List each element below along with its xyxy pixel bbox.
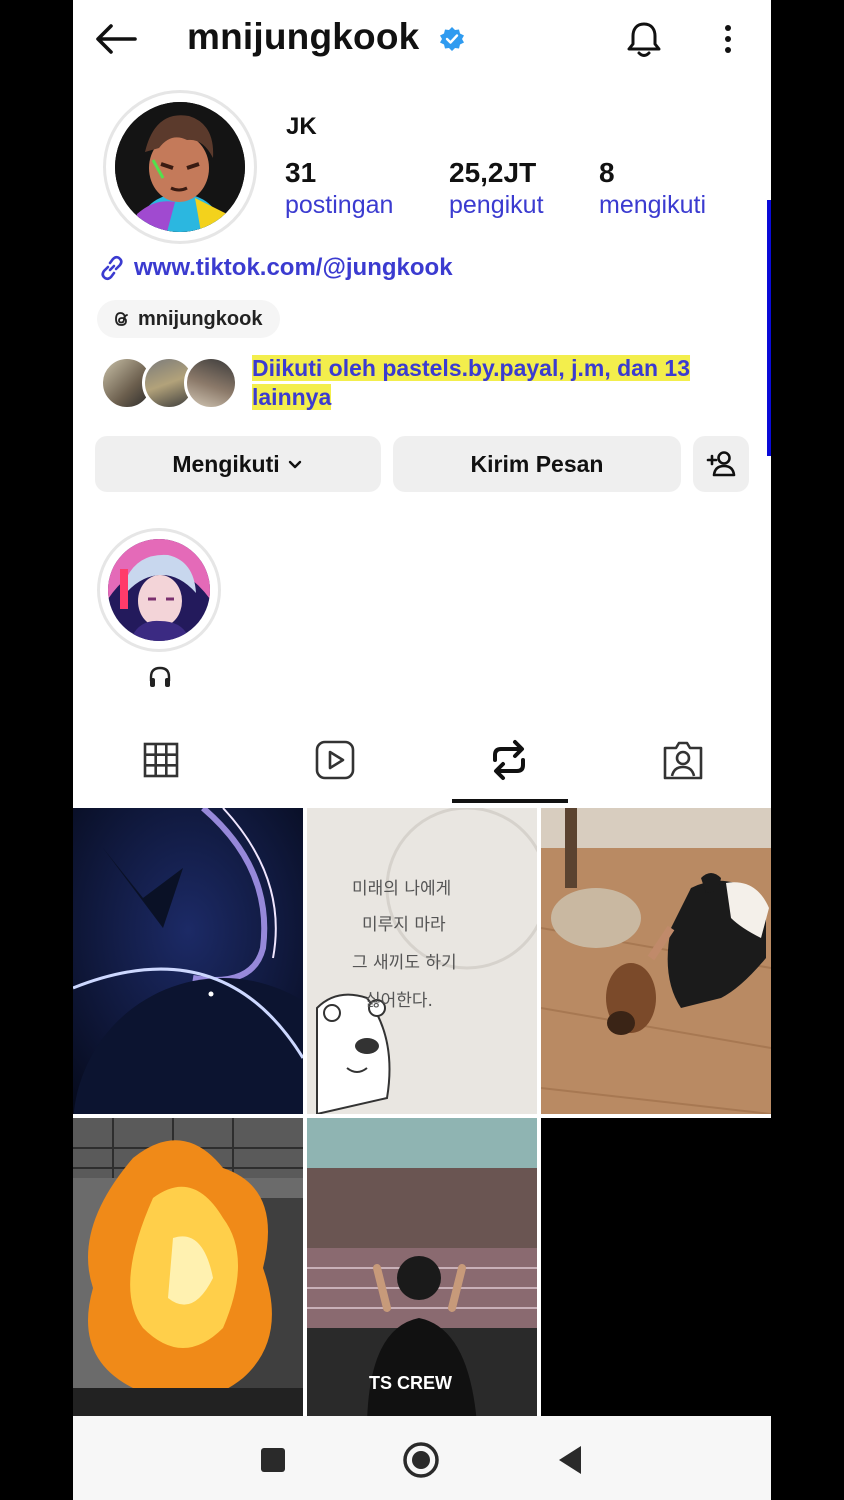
tab-reels[interactable] <box>313 738 357 782</box>
mutual-followers[interactable]: Diikuti oleh pastels.by.payal, j.m, dan … <box>100 354 760 414</box>
more-options-button[interactable] <box>718 20 738 58</box>
stat-following[interactable]: 8 mengikuti <box>599 156 706 220</box>
stat-posts[interactable]: 31 postingan <box>285 156 393 220</box>
profile-tabs <box>73 730 771 804</box>
square-icon <box>261 1448 285 1472</box>
following-count: 8 <box>599 157 615 188</box>
profile-username: mnijungkook <box>187 16 420 57</box>
tagged-icon <box>663 741 703 780</box>
highlight-label <box>147 664 173 690</box>
home-circle-icon <box>403 1442 439 1478</box>
tab-tagged[interactable] <box>661 738 705 782</box>
more-vertical-icon <box>725 25 731 53</box>
threads-icon <box>115 312 128 326</box>
reels-icon <box>315 740 355 780</box>
profile-avatar-ring[interactable] <box>103 90 257 244</box>
posts-count: 31 <box>285 157 317 188</box>
send-message-label: Kirim Pesan <box>470 450 604 477</box>
followed-by-text: Diikuti oleh pastels.by.payal, j.m, dan … <box>252 354 752 412</box>
post-thumbnail[interactable]: 미래의 나에게 미루지 마라 그 새끼도 하기 싫어한다. <box>307 808 537 1114</box>
scroll-indicator <box>767 200 771 456</box>
send-message-button[interactable]: Kirim Pesan <box>393 436 681 492</box>
notifications-button[interactable] <box>623 18 665 60</box>
grid-icon <box>143 742 179 778</box>
back-button[interactable] <box>93 20 139 58</box>
home-button[interactable] <box>401 1440 441 1480</box>
bio-link-text: www.tiktok.com/@jungkook <box>134 254 453 281</box>
add-user-icon <box>706 451 736 477</box>
post-thumbnail[interactable] <box>73 1118 303 1424</box>
following-button[interactable]: Mengikuti <box>95 436 381 492</box>
display-name: JK <box>286 113 317 140</box>
highlight-cover <box>108 539 210 641</box>
bio-link[interactable]: www.tiktok.com/@jungkook <box>98 252 453 284</box>
posts-label: postingan <box>285 191 394 219</box>
post-shirt-text: TS CREW <box>369 1373 452 1393</box>
post-thumbnail[interactable] <box>541 808 771 1114</box>
recent-apps-button[interactable] <box>253 1440 293 1480</box>
tab-posts-grid[interactable] <box>139 738 183 782</box>
tab-reposts[interactable] <box>487 738 531 782</box>
link-icon <box>101 255 123 281</box>
post-caption-line: 그 새끼도 하기 <box>352 953 457 973</box>
system-back-button[interactable] <box>551 1440 591 1480</box>
threads-handle: mnijungkook <box>138 307 263 330</box>
active-tab-indicator <box>452 799 568 803</box>
post-caption-line: 미래의 나에게 <box>352 879 452 899</box>
following-label: Mengikuti <box>172 450 280 477</box>
triangle-back-icon <box>559 1446 581 1474</box>
system-navigation-bar <box>73 1416 771 1500</box>
empty-grid-cell <box>541 1118 771 1424</box>
instagram-profile-screen: mnijungkook JK 31 postingan 25,2JT pengi… <box>73 0 771 1500</box>
headphones-icon <box>149 666 171 687</box>
posts-grid: 미래의 나에게 미루지 마라 그 새끼도 하기 싫어한다. TS CREW <box>73 808 771 1424</box>
chevron-down-icon <box>288 460 301 469</box>
arrow-left-icon <box>96 24 137 54</box>
stat-followers[interactable]: 25,2JT pengikut <box>449 156 544 220</box>
top-bar: mnijungkook <box>73 0 771 80</box>
profile-avatar <box>115 102 245 232</box>
post-caption-line: 싫어한다. <box>365 991 433 1011</box>
verified-badge-icon <box>439 26 465 52</box>
post-thumbnail[interactable] <box>73 808 303 1114</box>
suggest-users-button[interactable] <box>693 436 749 492</box>
followers-count: 25,2JT <box>449 157 537 188</box>
bell-icon <box>627 22 661 57</box>
threads-badge[interactable]: mnijungkook <box>97 300 281 338</box>
following-label: mengikuti <box>599 191 706 219</box>
mutual-avatar <box>184 356 238 410</box>
followers-label: pengikut <box>449 191 544 219</box>
post-thumbnail[interactable]: TS CREW <box>307 1118 537 1424</box>
post-caption-line: 미루지 마라 <box>362 915 446 935</box>
reposts-icon <box>493 740 525 780</box>
story-highlight[interactable] <box>97 528 221 652</box>
